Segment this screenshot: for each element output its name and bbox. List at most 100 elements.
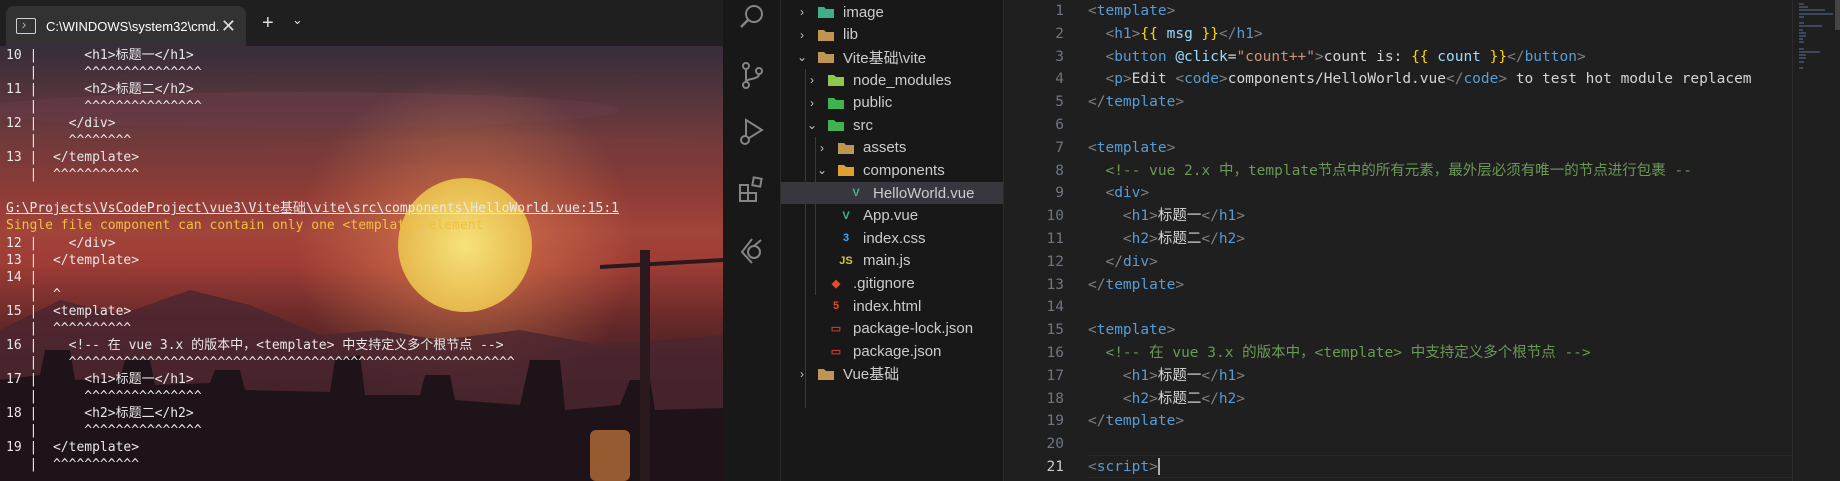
- code-token: </: [1201, 390, 1219, 407]
- chevron-right-icon[interactable]: ›: [795, 367, 809, 381]
- explorer-item[interactable]: › assets: [781, 137, 1003, 160]
- source-control-icon[interactable]: [737, 60, 767, 90]
- explorer-item-label: Vue基础: [843, 366, 900, 384]
- vue-icon: V: [852, 187, 860, 200]
- explorer-item[interactable]: ▭ package.json: [781, 340, 1003, 363]
- explorer-item-label: src: [853, 116, 873, 134]
- code-token: {{: [1140, 25, 1158, 42]
- code-token: >: [1166, 139, 1176, 156]
- explorer-item[interactable]: V App.vue: [781, 204, 1003, 227]
- chevron-right-icon[interactable]: ›: [795, 5, 809, 19]
- line-number: 4: [1055, 71, 1064, 88]
- terminal-titlebar: C:\WINDOWS\system32\cmd. ✕ + ⌄: [0, 0, 723, 46]
- code-token: count is:: [1323, 48, 1412, 65]
- line-number: 13: [1046, 276, 1064, 293]
- explorer-item[interactable]: › Vue基础: [781, 363, 1003, 386]
- terminal-tab[interactable]: C:\WINDOWS\system32\cmd. ✕: [6, 6, 246, 46]
- remote-explorer-icon[interactable]: [737, 236, 767, 266]
- code-line[interactable]: <!-- 在 vue 3.x 的版本中，<template> 中支持定义多个根节…: [1088, 342, 1752, 365]
- code-line[interactable]: <div>: [1088, 182, 1752, 205]
- code-token: <: [1105, 71, 1115, 88]
- chevron-right-icon[interactable]: ›: [805, 96, 819, 110]
- code-token: h2: [1218, 390, 1237, 407]
- explorer-item[interactable]: V HelloWorld.vue: [781, 181, 1003, 205]
- line-number: 5: [1055, 94, 1064, 111]
- code-line[interactable]: <h1>{{ msg }}</h1>: [1088, 23, 1752, 46]
- explorer-item-label: public: [853, 94, 893, 112]
- tab-dropdown-button[interactable]: ⌄: [292, 12, 303, 28]
- explorer-item[interactable]: ⌄ components: [781, 159, 1003, 182]
- explorer-item[interactable]: › public: [781, 91, 1003, 114]
- code-token: script: [1096, 458, 1150, 475]
- explorer-item[interactable]: › node_modules: [781, 69, 1003, 92]
- code-line[interactable]: <script>: [1088, 456, 1752, 479]
- search-icon[interactable]: [737, 2, 767, 32]
- minimap-scrollbar[interactable]: [1835, 0, 1840, 30]
- code-token: code: [1463, 71, 1499, 88]
- code-line[interactable]: <template>: [1088, 319, 1752, 342]
- code-token: <: [1122, 208, 1132, 225]
- explorer-item[interactable]: ▭ package-lock.json: [781, 317, 1003, 340]
- code-token: >: [1149, 230, 1158, 247]
- explorer-item[interactable]: 5 index.html: [781, 295, 1003, 318]
- code-line[interactable]: </div>: [1088, 251, 1752, 274]
- code-token: template: [1096, 139, 1167, 156]
- code-content[interactable]: <template> <h1>{{ msg }}</h1> <button @c…: [1088, 0, 1752, 479]
- chevron-down-icon[interactable]: ⌄: [805, 118, 819, 132]
- minimap-line: [1799, 25, 1823, 28]
- explorer-item-label: .gitignore: [853, 274, 915, 292]
- explorer-item[interactable]: 3 index.css: [781, 227, 1003, 250]
- code-editor[interactable]: 1 2 3 4 5 6 7 8 9 10 11 12 13 14 15 16 17 18 19 20 21 <templ…: [1004, 0, 1792, 481]
- run-debug-icon[interactable]: [737, 116, 767, 146]
- explorer-item[interactable]: ◆ .gitignore: [781, 272, 1003, 295]
- code-token: h2: [1131, 390, 1150, 407]
- explorer-item[interactable]: JS main.js: [781, 250, 1003, 273]
- explorer-item-label: lib: [843, 26, 859, 44]
- code-token: </: [1201, 230, 1219, 247]
- code-line[interactable]: [1088, 433, 1752, 456]
- terminal-output[interactable]: 10 | <h1>标题一</h1> | ^^^^^^^^^^^^^^^ 11 | …: [6, 47, 619, 473]
- code-line[interactable]: <h1>标题一</h1>: [1088, 365, 1752, 388]
- code-token: msg: [1157, 25, 1202, 42]
- code-token: >: [1149, 253, 1158, 270]
- code-line[interactable]: [1088, 114, 1752, 137]
- terminal-window: C:\WINDOWS\system32\cmd. ✕ + ⌄ 10 | <h1>…: [0, 0, 723, 481]
- minimap-line: [1799, 35, 1807, 37]
- code-line[interactable]: <!-- vue 2.x 中，template节点中的所有元素，最外层必须有唯一…: [1088, 160, 1752, 183]
- code-line[interactable]: </template>: [1088, 410, 1752, 433]
- terminal-line: 19 | </template>: [6, 440, 140, 456]
- close-tab-icon[interactable]: ✕: [221, 17, 236, 35]
- new-tab-button[interactable]: +: [262, 12, 274, 35]
- code-line[interactable]: <p>Edit <code>components/HelloWorld.vue<…: [1088, 68, 1751, 91]
- line-number: 16: [1046, 344, 1064, 361]
- extensions-icon[interactable]: [737, 175, 767, 205]
- terminal-line: | ^: [6, 286, 61, 302]
- minimap[interactable]: [1792, 0, 1840, 481]
- chevron-down-icon[interactable]: ⌄: [815, 163, 829, 177]
- explorer-item[interactable]: › image: [781, 1, 1003, 24]
- code-line[interactable]: <button @click="count++">count is: {{ co…: [1088, 46, 1752, 69]
- chevron-right-icon[interactable]: ›: [815, 141, 829, 155]
- code-line[interactable]: <h2>标题二</h2>: [1088, 228, 1752, 251]
- code-line[interactable]: <h1>标题一</h1>: [1088, 205, 1752, 228]
- code-line[interactable]: </template>: [1088, 91, 1752, 114]
- line-number: 6: [1055, 116, 1064, 133]
- minimap-line: [1799, 6, 1808, 9]
- code-line[interactable]: <template>: [1088, 137, 1752, 160]
- folder-open-icon: [837, 162, 855, 178]
- terminal-line: | ^^^^^^^^^^^^^^^: [6, 423, 202, 439]
- code-line[interactable]: [1088, 296, 1752, 319]
- code-token: <: [1088, 322, 1097, 339]
- explorer-item[interactable]: ⌄ Vite基础\vite: [781, 46, 1003, 69]
- code-line[interactable]: <template>: [1088, 0, 1752, 23]
- code-line[interactable]: <h2>标题二</h2>: [1088, 388, 1752, 411]
- minimap-line: [1799, 47, 1804, 50]
- code-token: h1: [1218, 208, 1237, 225]
- text-cursor: [1157, 458, 1160, 476]
- chevron-down-icon[interactable]: ⌄: [795, 50, 809, 64]
- explorer-item[interactable]: ⌄ src: [781, 114, 1003, 137]
- chevron-right-icon[interactable]: ›: [795, 28, 809, 42]
- chevron-right-icon[interactable]: ›: [805, 73, 819, 87]
- explorer-item[interactable]: › lib: [781, 24, 1003, 47]
- code-line[interactable]: </template>: [1088, 274, 1752, 297]
